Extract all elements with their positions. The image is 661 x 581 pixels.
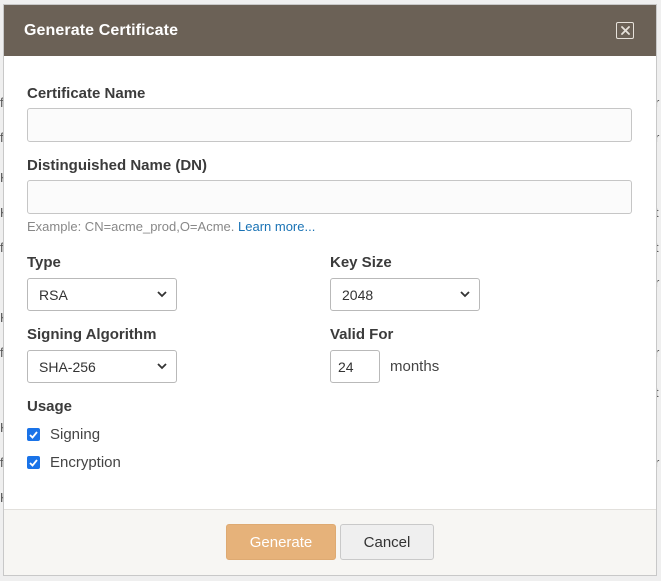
key-size-select[interactable]: 2048	[330, 278, 480, 311]
encryption-label: Encryption	[50, 454, 121, 471]
chevron-down-icon	[157, 290, 167, 297]
type-select-value: RSA	[39, 286, 68, 303]
close-button[interactable]	[616, 22, 634, 39]
close-x-icon	[620, 26, 630, 35]
dialog-title: Generate Certificate	[24, 21, 179, 39]
valid-for-label: Valid For	[330, 326, 394, 343]
signing-checkbox[interactable]	[27, 428, 40, 441]
checkmark-icon	[29, 430, 38, 439]
type-label: Type	[27, 254, 61, 271]
signing-label: Signing	[50, 426, 101, 443]
certificate-name-label: Certificate Name	[27, 85, 146, 102]
generate-certificate-dialog: Generate Certificate Certificate Name Di…	[3, 4, 657, 576]
learn-more-link[interactable]: Learn more...	[238, 219, 315, 234]
signing-algorithm-label: Signing Algorithm	[27, 326, 157, 343]
type-select[interactable]: RSA	[27, 278, 177, 311]
distinguished-name-input[interactable]	[27, 180, 632, 214]
dialog-header: Generate Certificate	[4, 5, 656, 56]
dialog-body: Certificate Name Distinguished Name (DN)…	[4, 56, 656, 511]
distinguished-name-label: Distinguished Name (DN)	[27, 157, 208, 174]
valid-for-unit: months	[390, 358, 440, 375]
usage-signing-option[interactable]: Signing	[27, 426, 100, 443]
checkmark-icon	[29, 458, 38, 467]
chevron-down-icon	[460, 290, 470, 297]
signing-algorithm-select[interactable]: SHA-256	[27, 350, 177, 383]
generate-button[interactable]: Generate	[226, 524, 336, 560]
valid-for-value: 24	[338, 358, 354, 375]
signing-algorithm-select-value: SHA-256	[39, 358, 96, 375]
chevron-down-icon	[157, 362, 167, 369]
certificate-name-input[interactable]	[27, 108, 632, 142]
key-size-label: Key Size	[330, 254, 392, 271]
encryption-checkbox[interactable]	[27, 456, 40, 469]
dialog-footer: Generate Cancel	[4, 509, 656, 575]
usage-encryption-option[interactable]: Encryption	[27, 454, 121, 471]
valid-for-input[interactable]: 24	[330, 350, 380, 383]
usage-label: Usage	[27, 398, 73, 415]
cancel-button[interactable]: Cancel	[340, 524, 434, 560]
dn-hint-text: Example: CN=acme_prod,O=Acme.	[27, 219, 235, 234]
dn-hint: Example: CN=acme_prod,O=Acme. Learn more…	[27, 219, 315, 234]
key-size-select-value: 2048	[342, 286, 374, 303]
